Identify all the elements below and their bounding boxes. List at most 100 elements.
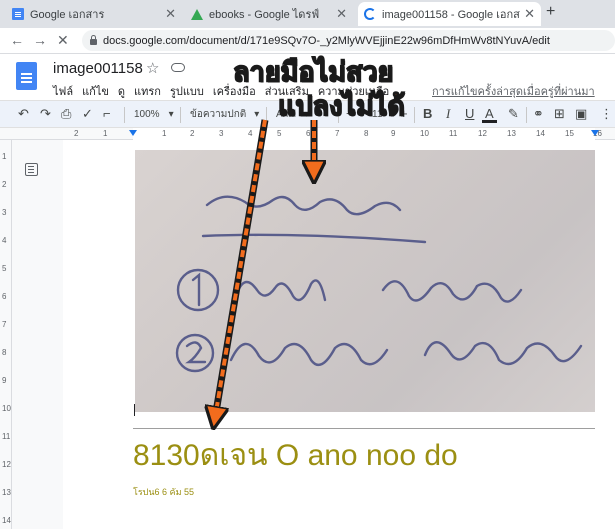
annotation-line2: แปลงไม่ได้ (277, 90, 405, 122)
link-icon[interactable]: ⚭ (533, 106, 544, 122)
ruler-number: 1 (2, 152, 7, 161)
browser-tabstrip: Google เอกสาร ✕ ebooks - Google ไดรฟ์ ✕ … (0, 0, 615, 28)
ruler-number: 11 (449, 129, 458, 138)
ocr-result-small-text[interactable]: โรปน6 6 คัม 55 (133, 485, 194, 499)
menu-format[interactable]: รูปแบบ (170, 82, 204, 100)
forward-icon[interactable]: → (33, 32, 47, 48)
bold-button[interactable]: B (423, 106, 432, 121)
document-outline-icon[interactable] (25, 163, 38, 176)
print-icon[interactable]: ⎙ (61, 106, 71, 122)
loading-icon (364, 8, 376, 20)
style-value: ข้อความปกติ (190, 109, 247, 120)
ruler-number: 6 (306, 129, 311, 138)
chevron-down-icon: ▾ (168, 109, 174, 120)
zoom-select[interactable]: 100% ▾ (134, 106, 174, 123)
ruler-number: 1 (103, 129, 108, 138)
docs-logo-icon[interactable] (16, 62, 37, 90)
text-color-button[interactable]: A (485, 106, 494, 121)
ruler-number: 2 (2, 180, 7, 189)
tab-google-docs[interactable]: Google เอกสาร ✕ (6, 2, 182, 26)
ruler-number: 9 (391, 129, 396, 138)
italic-button[interactable]: I (446, 106, 450, 122)
undo-icon[interactable]: ↶ (18, 106, 29, 122)
add-comment-icon[interactable]: ⊞ (554, 106, 565, 122)
ruler-number: 7 (2, 320, 7, 329)
toolbar-divider (180, 107, 181, 123)
ruler-number: 8 (2, 348, 7, 357)
tab-title: ebooks - Google ไดรฟ์ (209, 9, 320, 21)
handwriting-stroke (205, 195, 402, 216)
highlight-icon[interactable]: ✎ (508, 106, 519, 122)
drive-icon (191, 8, 203, 20)
lock-icon (90, 35, 97, 45)
star-icon[interactable]: ☆ (146, 59, 159, 77)
url-text: docs.google.com/document/d/171e9SQv7O-_y… (103, 34, 550, 47)
handwriting-image[interactable] (135, 150, 595, 412)
last-edit-link[interactable]: การแก้ไขครั้งล่าสุดเมื่อครู่ที่ผ่านมา (432, 82, 595, 100)
tab-drive[interactable]: ebooks - Google ไดรฟ์ ✕ (185, 2, 353, 26)
ruler-number: 14 (536, 129, 545, 138)
cloud-icon[interactable] (171, 63, 185, 72)
style-select[interactable]: ข้อความปกติ ▾ (190, 106, 259, 123)
spellcheck-icon[interactable]: ✓ (82, 106, 93, 122)
new-tab-button[interactable]: + (546, 3, 555, 21)
ruler-number: 6 (2, 292, 7, 301)
insert-image-icon[interactable]: ▣ (575, 106, 587, 122)
handwriting-stroke (381, 280, 523, 303)
close-icon[interactable]: ✕ (524, 6, 535, 22)
url-bar[interactable]: docs.google.com/document/d/171e9SQv7O-_y… (82, 30, 615, 51)
ruler-number: 5 (2, 264, 7, 273)
toolbar-divider (414, 107, 415, 123)
close-icon[interactable]: ✕ (336, 6, 347, 22)
ruler-number: 12 (478, 129, 487, 138)
left-indent-marker[interactable] (129, 130, 137, 136)
handwriting-svg (175, 195, 583, 373)
ruler-number: 4 (2, 236, 7, 245)
tab-title: Google เอกสาร (30, 9, 105, 21)
paint-format-icon[interactable]: ⌐ (103, 106, 111, 121)
handwriting-stroke (423, 341, 583, 366)
handwriting-stroke (191, 272, 201, 307)
ruler-number: 8 (364, 129, 369, 138)
handwriting-stroke (233, 279, 327, 302)
redo-icon[interactable]: ↷ (40, 106, 51, 122)
screen: Google เอกสาร ✕ ebooks - Google ไดรฟ์ ✕ … (0, 0, 615, 529)
menu-view[interactable]: ดู (118, 82, 125, 100)
ocr-result-text[interactable]: 8130ดเจน O ano noo do (133, 432, 458, 479)
ruler-number: 13 (2, 488, 11, 497)
ruler-number: 1 (162, 129, 167, 138)
menu-edit[interactable]: แก้ไข (82, 82, 109, 100)
ruler-number: 5 (277, 129, 282, 138)
ruler-number: 3 (219, 129, 224, 138)
tab-title: image001158 - Google เอกสาร (382, 9, 521, 21)
ruler-number: 15 (565, 129, 574, 138)
text-color-bar (482, 120, 497, 123)
underline-stroke (201, 233, 427, 244)
circled-number (175, 333, 215, 373)
ruler-number: 13 (507, 129, 516, 138)
document-title[interactable]: image001158 (53, 60, 143, 77)
docs-icon (12, 8, 24, 20)
menu-file[interactable]: ไฟล์ (53, 82, 73, 100)
more-options-icon[interactable]: ⋮ (600, 106, 613, 122)
toolbar-divider (526, 107, 527, 123)
toolbar-divider (266, 107, 267, 123)
back-icon[interactable]: ← (10, 32, 24, 48)
ruler-number: 10 (2, 404, 11, 413)
underline-button[interactable]: U (465, 106, 474, 121)
horizontal-line (133, 428, 595, 429)
close-icon[interactable]: ✕ (165, 6, 176, 22)
menu-insert[interactable]: แทรก (134, 82, 161, 100)
ruler-number: 11 (2, 432, 11, 441)
ruler-number: 2 (74, 129, 79, 138)
chevron-down-icon: ▾ (254, 109, 260, 120)
ruler-number: 12 (2, 460, 11, 469)
ruler-number: 3 (2, 208, 7, 217)
ruler-number: 2 (190, 129, 195, 138)
handwriting-stroke (185, 341, 207, 364)
right-indent-marker[interactable] (591, 130, 599, 136)
stop-icon[interactable]: ✕ (57, 32, 69, 49)
vertical-ruler: 1 2 3 4 5 6 7 8 9 10 11 12 13 14 (0, 140, 12, 529)
tab-active-doc[interactable]: image001158 - Google เอกสาร ✕ (358, 2, 541, 26)
text-cursor (134, 404, 135, 416)
